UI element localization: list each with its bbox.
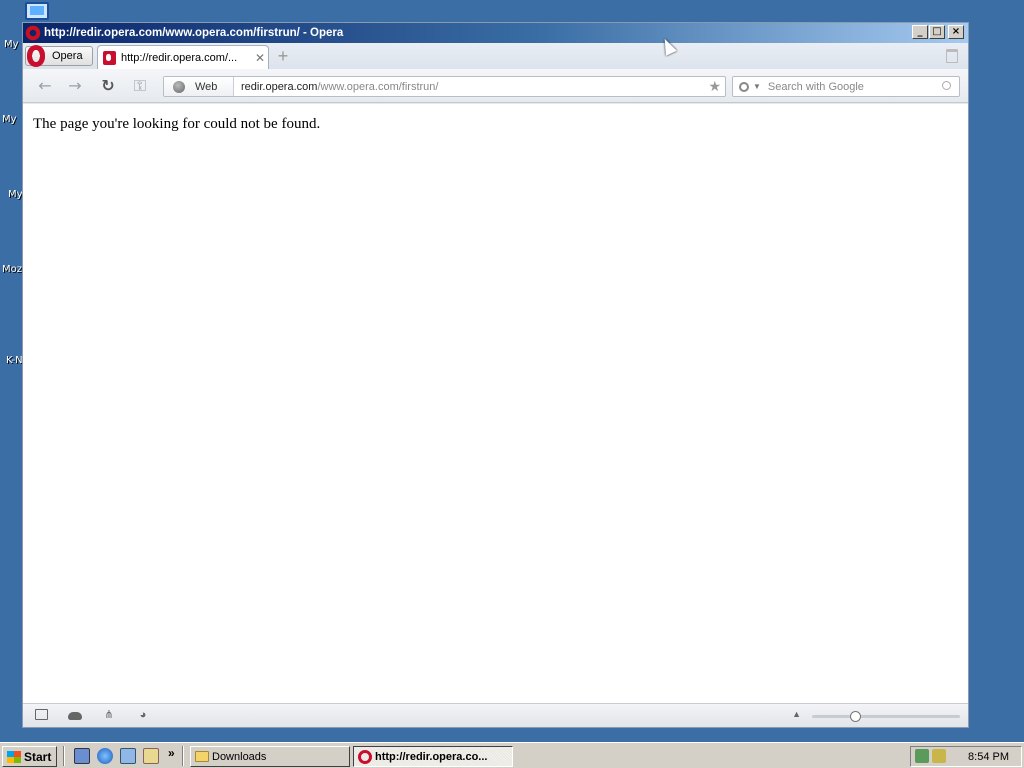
trash-icon[interactable] xyxy=(946,49,958,63)
back-button[interactable]: ← xyxy=(35,77,55,95)
zoom-slider[interactable] xyxy=(812,711,960,722)
system-tray: 8:54 PM xyxy=(910,746,1022,767)
tab-title: http://redir.opera.com/... xyxy=(121,51,238,64)
task-button-opera[interactable]: http://redir.opera.co... xyxy=(353,746,513,767)
error-message: The page you're looking for could not be… xyxy=(33,116,321,132)
status-bar: ⋔ ◕ ▲ xyxy=(23,703,968,727)
search-submit-icon[interactable] xyxy=(942,81,951,90)
clock[interactable]: 8:54 PM xyxy=(968,751,1009,763)
opera-menu-label: Opera xyxy=(52,50,83,62)
zoom-slider-knob[interactable] xyxy=(850,711,862,722)
zoom-up-icon[interactable]: ▲ xyxy=(792,709,801,719)
opera-logo-icon xyxy=(27,45,45,67)
navigation-bar: ← → ↻ ⚿ Web redir.opera.com/www.opera.co… xyxy=(23,69,968,103)
folder-icon xyxy=(195,751,209,762)
taskbar: Start » Downloads http://redir.opera.co.… xyxy=(0,742,1024,768)
start-button[interactable]: Start xyxy=(2,746,57,767)
tray-network-icon[interactable] xyxy=(915,749,929,763)
url-path: /www.opera.com/firstrun/ xyxy=(317,80,439,93)
search-placeholder: Search with Google xyxy=(767,80,864,93)
speed-dial-gauge-icon[interactable]: ◕ xyxy=(136,709,150,721)
windows-logo-icon xyxy=(7,750,21,763)
cloud-icon[interactable] xyxy=(68,712,82,720)
site-info-label: Web xyxy=(195,80,218,93)
minimize-button[interactable]: _ xyxy=(912,25,928,39)
bookmark-star-icon[interactable]: ★ xyxy=(708,78,721,95)
task-button-downloads[interactable]: Downloads xyxy=(190,746,350,767)
tab-active[interactable]: http://redir.opera.com/... ✕ xyxy=(97,45,269,69)
task-label: http://redir.opera.co... xyxy=(375,750,488,763)
forward-button[interactable]: → xyxy=(65,77,85,95)
explorer-search-icon[interactable] xyxy=(143,748,159,764)
opera-menu-button[interactable]: Opera xyxy=(25,45,93,67)
maximize-button[interactable]: □ xyxy=(929,25,945,39)
network-icon[interactable] xyxy=(120,748,136,764)
page-content: The page you're looking for could not be… xyxy=(23,104,968,703)
desktop-icon-label[interactable]: My xyxy=(8,189,22,200)
desktop-icon-label[interactable]: Moz xyxy=(2,264,22,275)
reload-button[interactable]: ↻ xyxy=(98,77,118,95)
desktop-icon-label[interactable]: My I xyxy=(2,114,20,125)
tray-update-icon[interactable] xyxy=(932,749,946,763)
browser-window: http://redir.opera.com/www.opera.com/fir… xyxy=(22,22,969,728)
address-url[interactable]: redir.opera.com/www.opera.com/firstrun/ xyxy=(241,81,438,93)
window-controls: _ □ × xyxy=(912,25,964,39)
title-bar[interactable]: http://redir.opera.com/www.opera.com/fir… xyxy=(23,23,968,43)
opera-logo-icon xyxy=(25,25,41,41)
opera-icon xyxy=(358,749,372,764)
taskbar-separator xyxy=(182,746,184,766)
show-desktop-icon[interactable] xyxy=(74,748,90,764)
start-label: Start xyxy=(24,749,52,764)
search-engine-dropdown-icon[interactable]: ▼ xyxy=(753,82,761,91)
quicklaunch-chevron[interactable]: » xyxy=(168,746,175,760)
desktop-icon-label[interactable]: My xyxy=(4,39,20,50)
panel-toggle-icon[interactable] xyxy=(35,709,48,720)
globe-icon xyxy=(173,80,185,93)
site-info-button[interactable]: Web xyxy=(164,77,234,96)
search-icon xyxy=(739,81,749,92)
task-label: Downloads xyxy=(212,750,267,763)
key-icon[interactable]: ⚿ xyxy=(130,77,150,95)
tab-close-icon[interactable]: ✕ xyxy=(255,51,265,65)
taskbar-separator xyxy=(63,746,65,766)
close-button[interactable]: × xyxy=(948,25,964,39)
share-icon[interactable]: ⋔ xyxy=(102,709,116,721)
tab-bar: Opera http://redir.opera.com/... ✕ + xyxy=(23,43,968,69)
url-host: redir.opera.com xyxy=(241,80,318,93)
opera-favicon-icon xyxy=(103,50,116,65)
desktop-icon-label[interactable]: K-N xyxy=(6,355,22,366)
search-field[interactable]: ▼ Search with Google xyxy=(732,76,960,97)
desktop-icon-top[interactable] xyxy=(25,2,49,20)
window-title: http://redir.opera.com/www.opera.com/fir… xyxy=(44,27,344,39)
new-tab-button[interactable]: + xyxy=(275,47,291,65)
internet-explorer-icon[interactable] xyxy=(97,748,113,764)
address-bar[interactable]: Web redir.opera.com/www.opera.com/firstr… xyxy=(163,76,726,97)
